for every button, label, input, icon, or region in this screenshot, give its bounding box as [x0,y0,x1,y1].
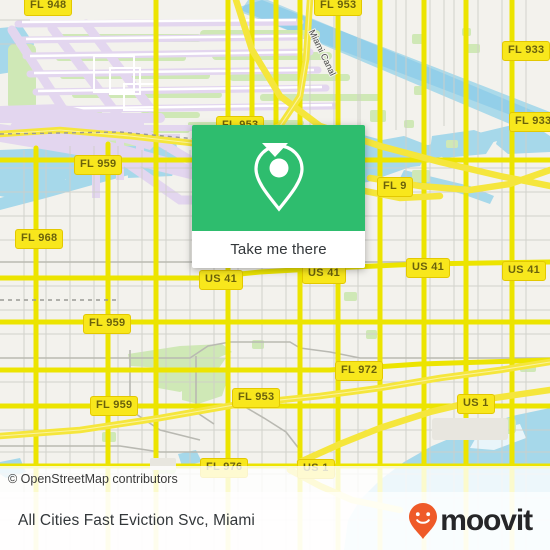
road-shield[interactable]: US 41 [502,261,547,281]
road-shield[interactable]: FL 959 [74,155,123,175]
road-shield[interactable]: FL 948 [24,0,73,16]
road-shield[interactable]: US 1 [457,394,495,414]
road-shield[interactable]: FL 953 [232,388,281,408]
road-shield[interactable]: US 41 [406,258,451,278]
bottom-info-bar: All Cities Fast Eviction Svc, Miami moov… [0,492,550,550]
road-shield[interactable]: FL 959 [90,396,139,416]
popup-action-area[interactable]: Take me there [192,231,365,268]
road-shield[interactable]: FL 933 [502,41,550,61]
map-attribution-bar: © OpenStreetMap contributors [0,466,550,492]
attribution-text[interactable]: © OpenStreetMap contributors [8,472,178,486]
road-shield[interactable]: FL 933 [509,112,550,132]
road-shield[interactable]: FL 953 [314,0,363,16]
popup-image-area [192,125,365,231]
moovit-logo[interactable]: moovit [408,502,533,540]
map-screenshot: FL 948 FL 953 FL 933 FL 933 FL 953 FL 95… [0,0,550,550]
road-shield[interactable]: FL 959 [83,314,132,334]
moovit-pin-icon [409,503,438,539]
road-shield[interactable]: FL 972 [335,361,384,381]
road-shield[interactable]: US 41 [199,270,244,290]
place-title: All Cities Fast Eviction Svc, Miami [18,512,255,529]
road-shield[interactable]: FL 9 [377,177,413,197]
road-shield[interactable]: FL 968 [15,229,64,249]
moovit-wordmark: moovit [440,504,533,537]
popup-pointer-tail [262,143,288,157]
take-me-there-label: Take me there [230,241,327,258]
